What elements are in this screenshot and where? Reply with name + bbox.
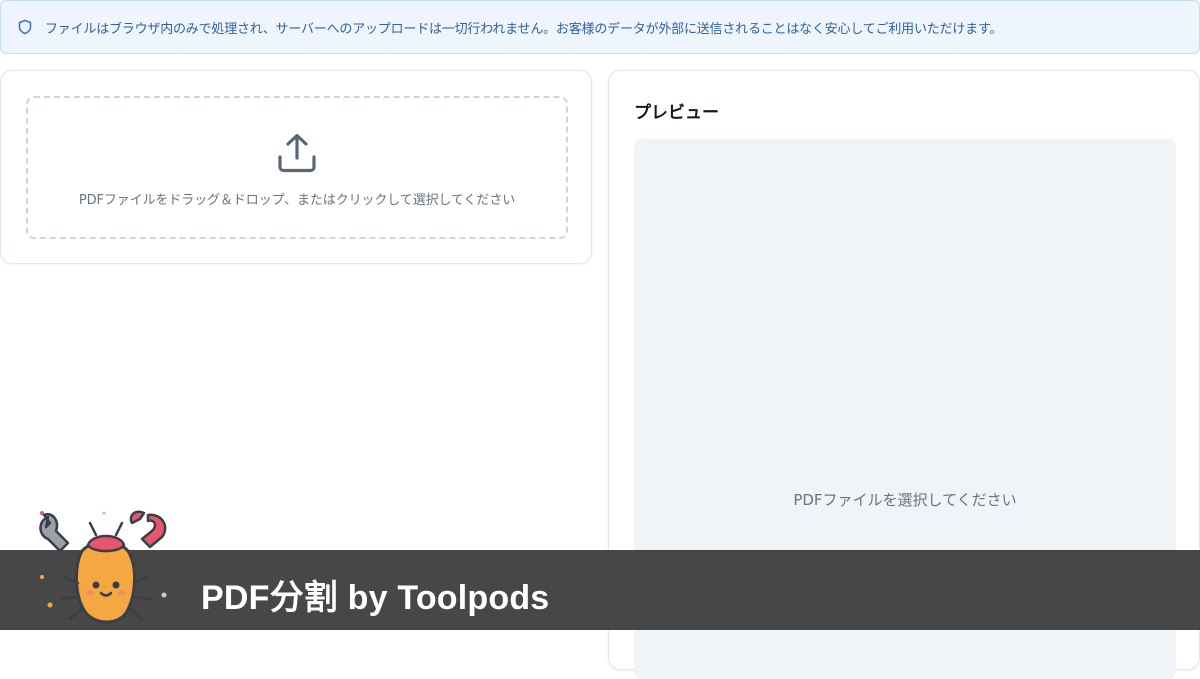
preview-empty-message: PDFファイルを選択してください	[793, 491, 1017, 509]
privacy-notice-text: ファイルはブラウザ内のみで処理され、サーバーへのアップロードは一切行われません。…	[45, 21, 1003, 37]
preview-title: プレビュー	[634, 103, 719, 123]
upload-card: PDFファイルをドラッグ＆ドロップ、またはクリックして選択してください	[0, 70, 592, 264]
dropzone-hint: PDFファイルをドラッグ＆ドロップ、またはクリックして選択してください	[78, 193, 516, 208]
upload-icon	[275, 131, 319, 175]
banner-title: PDF分割 by Toolpods	[201, 579, 550, 617]
title-banner: PDF分割 by Toolpods	[0, 550, 1200, 630]
mascot-icon	[30, 505, 180, 630]
shield-icon	[17, 19, 33, 35]
file-dropzone[interactable]: PDFファイルをドラッグ＆ドロップ、またはクリックして選択してください	[26, 96, 568, 239]
privacy-notice: ファイルはブラウザ内のみで処理され、サーバーへのアップロードは一切行われません。…	[0, 0, 1200, 54]
